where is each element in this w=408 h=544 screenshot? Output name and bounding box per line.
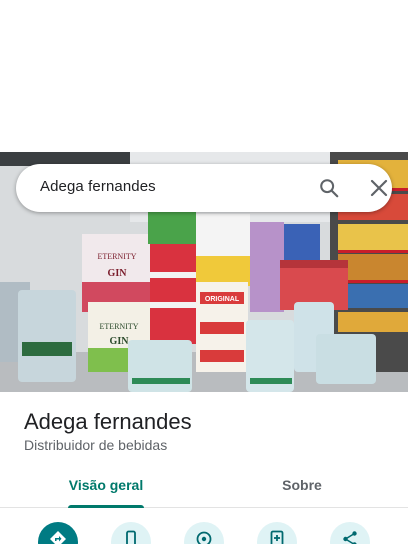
- close-icon[interactable]: [370, 179, 388, 197]
- directions-button[interactable]: [38, 522, 78, 544]
- nearby-button[interactable]: [184, 522, 224, 544]
- gin-box-brand-2: ETERNITY: [99, 322, 138, 331]
- tab-overview[interactable]: Visão geral: [34, 466, 178, 508]
- tab-bar: Visão geral Sobre: [0, 466, 408, 508]
- original-label: ORIGINAL: [205, 296, 240, 303]
- place-title: Adega fernandes: [24, 409, 192, 434]
- share-icon: [343, 531, 357, 544]
- save-button[interactable]: [257, 522, 297, 544]
- nearby-icon: [196, 531, 212, 544]
- gin-box-product: GIN: [108, 268, 128, 279]
- map-blank-area: [0, 0, 408, 152]
- action-buttons: [0, 508, 408, 544]
- gin-box-product-2: GIN: [110, 336, 130, 347]
- tab-about[interactable]: Sobre: [230, 466, 374, 508]
- search-input[interactable]: Adega fernandes: [40, 178, 156, 195]
- phone-icon: [126, 530, 136, 544]
- share-button[interactable]: [330, 522, 370, 544]
- call-button[interactable]: [111, 522, 151, 544]
- gin-box-brand: ETERNITY: [97, 252, 136, 261]
- place-category: Distribuidor de bebidas: [24, 437, 168, 453]
- save-icon: [270, 530, 284, 544]
- directions-icon: [50, 531, 66, 544]
- search-icon[interactable]: [318, 177, 340, 199]
- search-bar[interactable]: Adega fernandes: [16, 164, 392, 212]
